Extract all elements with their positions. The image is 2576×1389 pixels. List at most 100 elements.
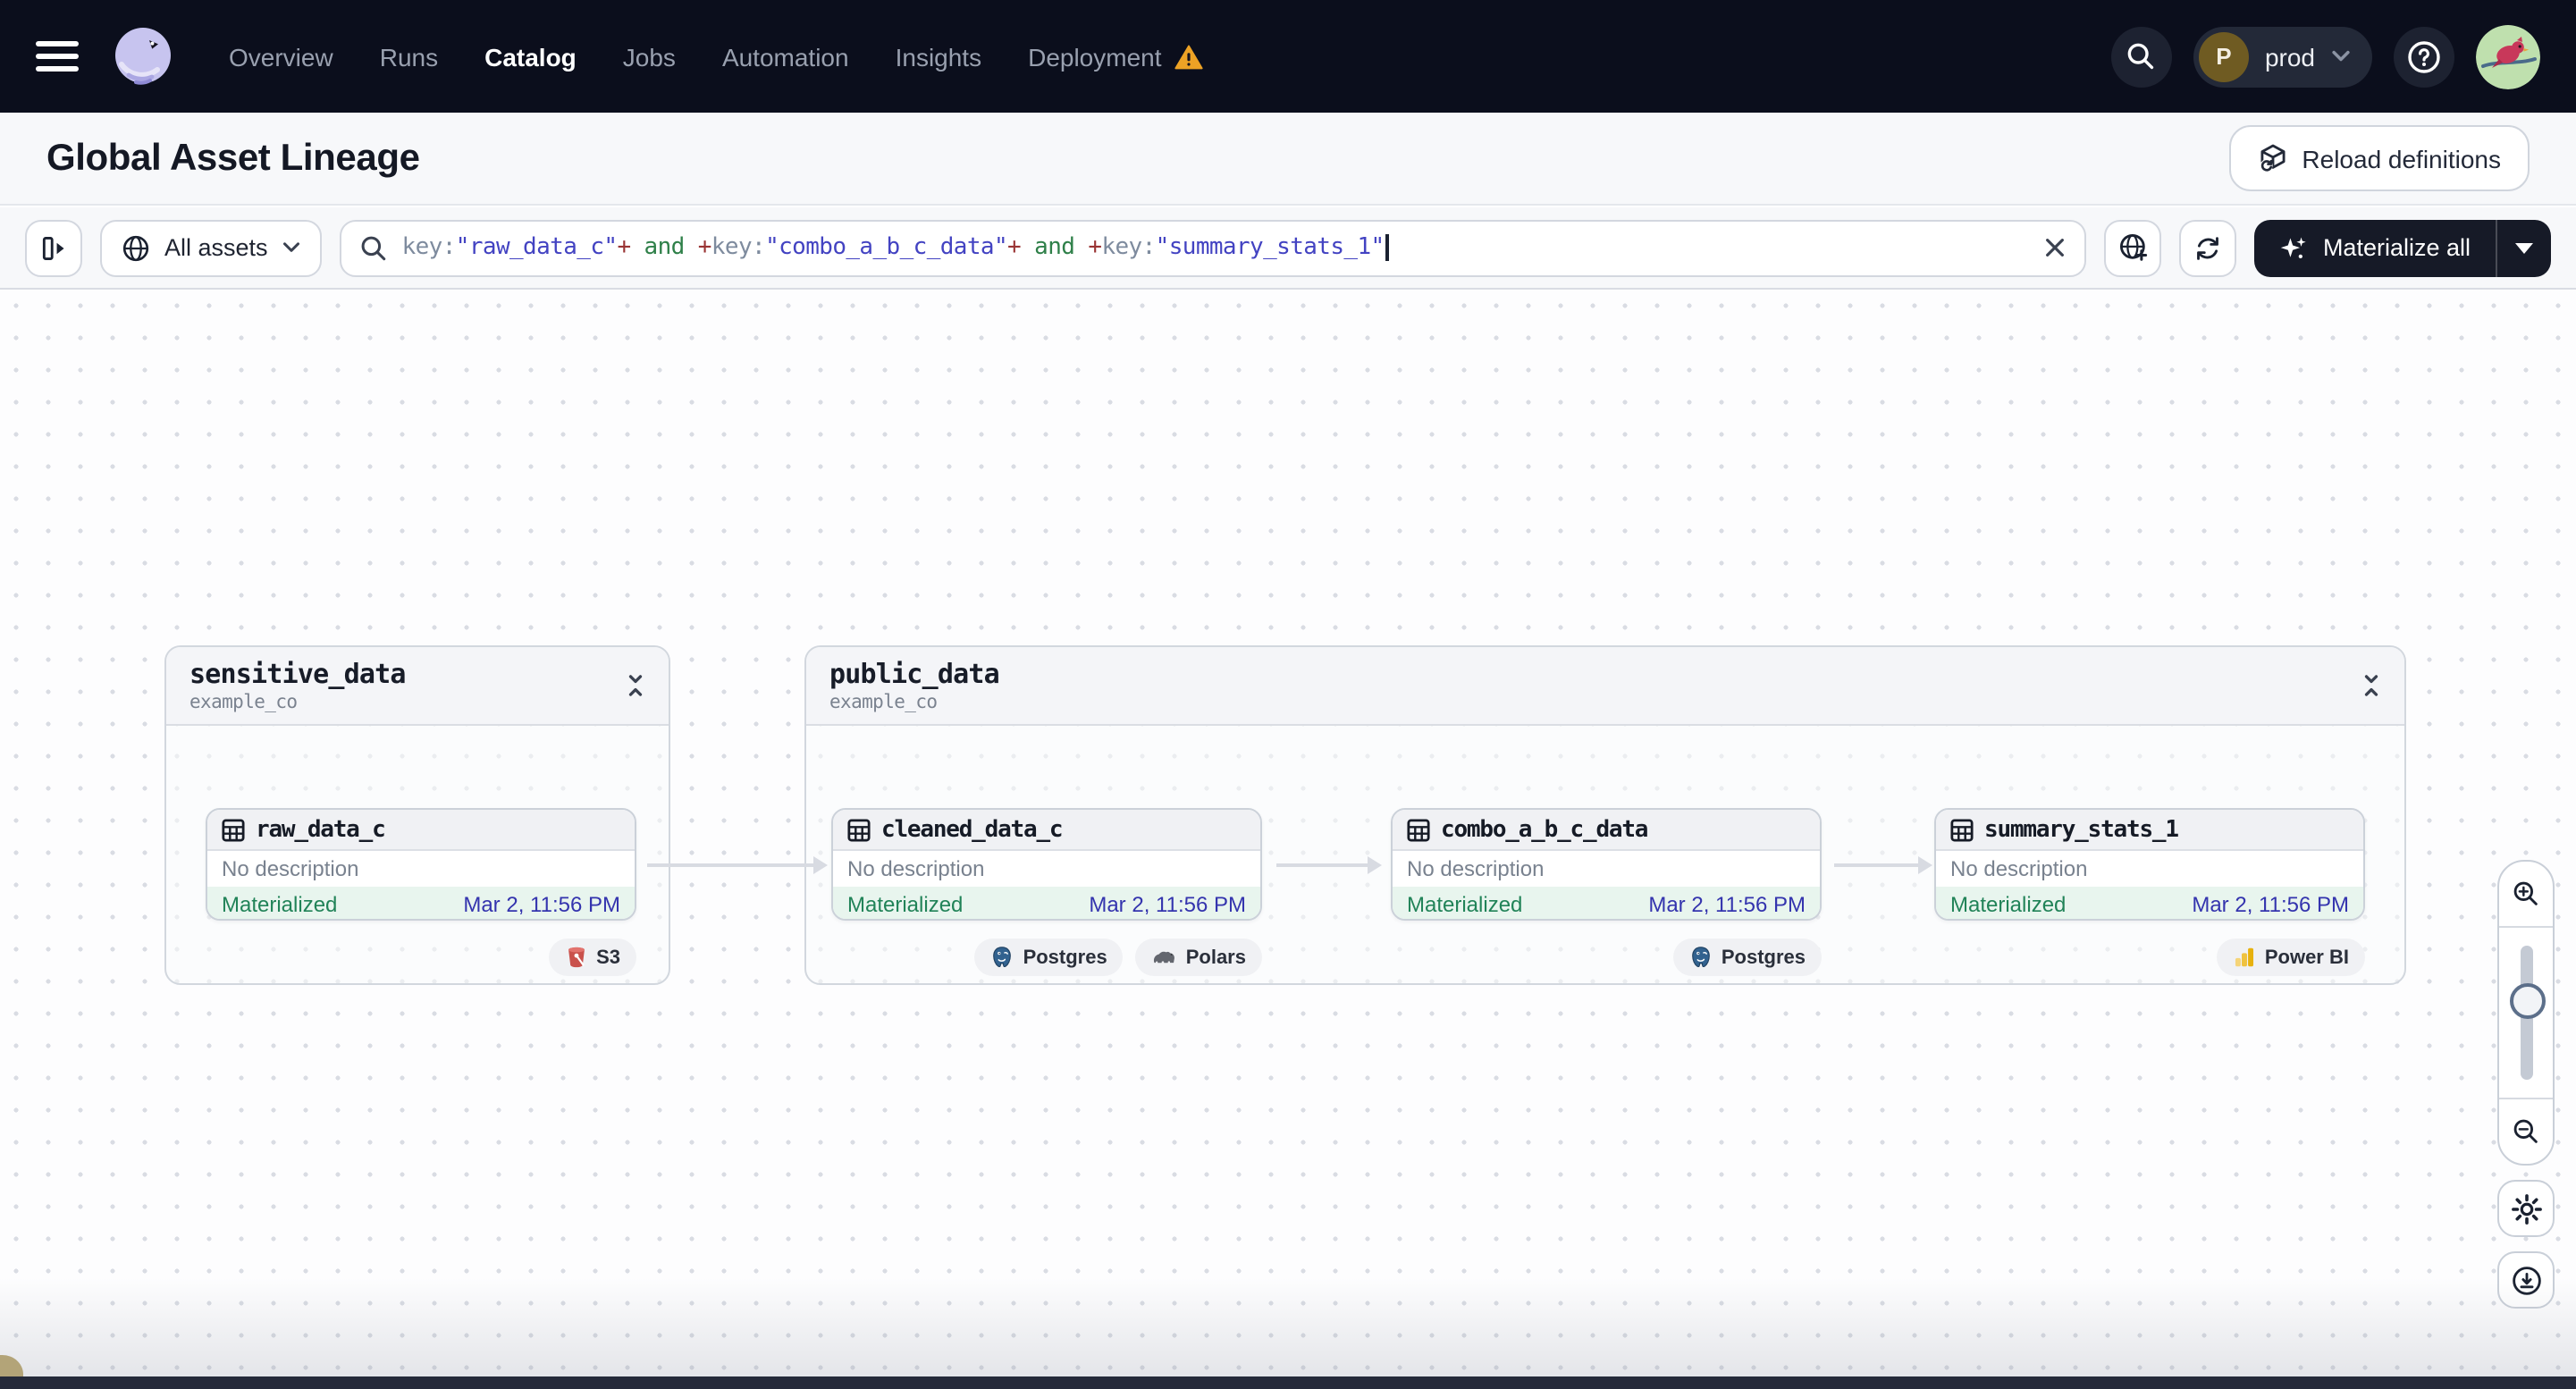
graph-settings-button[interactable] [2497,1180,2555,1237]
zoom-in-icon [2513,881,2538,905]
zoom-out-button[interactable] [2499,1098,2553,1164]
postgres-icon [993,947,1012,968]
kind-badge-s3[interactable]: S3 [548,939,636,976]
asset-timestamp[interactable]: Mar 2, 11:56 PM [1648,891,1806,916]
group-repo: example_co [829,692,938,713]
asset-description: No description [222,856,359,881]
clear-query-icon[interactable] [2044,236,2067,259]
dagster-global-asset-lineage-page: Overview Runs Catalog Jobs Automation In… [0,0,2576,1389]
asset-name: cleaned_data_c [881,816,1064,843]
nav-item-overview[interactable]: Overview [229,42,333,71]
refresh-button[interactable] [2179,219,2237,276]
asset-name: raw_data_c [256,816,386,843]
asset-node-raw-data-c[interactable]: raw_data_c No description Materialized M… [206,808,636,921]
refresh-icon [2198,236,2219,259]
deployment-name: prod [2264,42,2315,71]
nav-item-runs[interactable]: Runs [380,42,438,71]
asset-timestamp[interactable]: Mar 2, 11:56 PM [463,891,620,916]
lineage-graph-canvas[interactable]: sensitive_data example_co public_data ex… [0,290,2576,1376]
text-caret [1385,234,1389,261]
hamburger-menu-icon[interactable] [36,41,79,72]
edge-combo-to-summary [1834,856,1932,874]
polars-icon [1154,951,1175,964]
asset-timestamp[interactable]: Mar 2, 11:56 PM [2192,891,2349,916]
asset-status: Materialized [222,891,338,916]
badge-row-cleaned-data-c: Postgres Polars [831,939,1262,976]
zoom-slider[interactable] [2499,928,2553,1098]
nav-right-cluster: P prod [2110,24,2540,88]
table-icon [222,818,245,841]
asset-group-header[interactable]: public_data example_co [806,647,2404,726]
search-icon [2128,43,2155,70]
nav-item-deployment[interactable]: Deployment [1028,42,1203,71]
kind-badge-powerbi[interactable]: Power BI [2216,939,2365,976]
asset-selection-query: key:"raw_data_c"+ and +key:"combo_a_b_c_… [402,234,2030,261]
deployment-switcher[interactable]: P prod [2193,26,2372,87]
asset-status: Materialized [847,891,964,916]
asset-description: No description [847,856,985,881]
zoom-in-button[interactable] [2499,862,2553,928]
gear-icon [2511,1193,2541,1224]
global-search-button[interactable] [2110,26,2172,87]
badge-row-raw-data-c: S3 [206,939,636,976]
kind-badge-label: Postgres [1023,947,1107,968]
collapse-group-icon[interactable] [626,672,645,699]
page-header: Global Asset Lineage Reload definitions [0,113,2576,206]
group-name: public_data [829,658,1000,690]
primary-nav-menu: Overview Runs Catalog Jobs Automation In… [229,42,1203,71]
help-button[interactable] [2394,26,2454,87]
search-icon [361,235,385,260]
canvas-bottom-fade [0,1278,2576,1376]
warning-icon [1174,44,1203,69]
nav-item-deployment-label: Deployment [1028,42,1162,71]
nav-item-automation[interactable]: Automation [722,42,849,71]
postgres-icon [1692,947,1710,968]
download-icon [2512,1266,2540,1294]
zoom-out-icon [2513,1119,2538,1143]
materialize-all-main[interactable]: Materialize all [2255,219,2496,276]
powerbi-icon [2235,947,2253,967]
materialize-options-dropdown[interactable] [2496,219,2551,276]
collapse-group-icon[interactable] [2361,672,2381,699]
page-title: Global Asset Lineage [46,137,420,178]
user-avatar[interactable] [2476,24,2540,88]
nav-item-jobs[interactable]: Jobs [623,42,676,71]
help-icon [2408,40,2440,72]
kind-badge-postgres[interactable]: Postgres [974,939,1124,976]
chevron-down-icon [282,242,299,252]
asset-group-header[interactable]: sensitive_data example_co [166,647,669,726]
kind-badge-label: Power BI [2264,947,2349,968]
dagster-logo-icon[interactable] [107,21,179,92]
asset-node-cleaned-data-c[interactable]: cleaned_data_c No description Materializ… [831,808,1262,921]
edge-cleaned-to-combo [1276,856,1382,874]
materialize-all-label: Materialize all [2322,234,2471,261]
lineage-toolbar: All assets key:"raw_data_c"+ and +key:"c… [0,207,2576,290]
nav-item-insights[interactable]: Insights [896,42,982,71]
kind-badge-label: Polars [1185,947,1246,968]
nav-item-catalog[interactable]: Catalog [484,42,577,71]
asset-description: No description [1950,856,2088,881]
deployment-initial-badge: P [2198,31,2249,81]
asset-timestamp[interactable]: Mar 2, 11:56 PM [1089,891,1246,916]
reload-definitions-icon [2260,144,2285,172]
zoom-controls [2497,860,2555,1166]
reload-definitions-label: Reload definitions [2302,144,2501,173]
table-icon [847,818,871,841]
asset-scope-label: All assets [164,234,268,261]
download-graph-button[interactable] [2497,1251,2555,1309]
table-icon [1407,818,1430,841]
open-side-panel-button[interactable] [25,219,82,276]
asset-node-summary-stats-1[interactable]: summary_stats_1 No description Materiali… [1934,808,2365,921]
materialize-all-button[interactable]: Materialize all [2254,219,2551,276]
reload-definitions-button[interactable]: Reload definitions [2228,125,2530,191]
asset-node-combo-a-b-c-data[interactable]: combo_a_b_c_data No description Material… [1391,808,1822,921]
kind-badge-label: Postgres [1721,947,1806,968]
kind-badge-postgres[interactable]: Postgres [1672,939,1822,976]
table-icon [1950,818,1974,841]
view-scope-globe-button[interactable] [2104,219,2162,276]
zoom-slider-handle[interactable] [2510,983,2546,1019]
asset-name: combo_a_b_c_data [1441,816,1648,843]
kind-badge-polars[interactable]: Polars [1135,939,1262,976]
asset-scope-dropdown[interactable]: All assets [100,219,322,276]
asset-filter-input[interactable]: key:"raw_data_c"+ and +key:"combo_a_b_c_… [339,219,2087,276]
